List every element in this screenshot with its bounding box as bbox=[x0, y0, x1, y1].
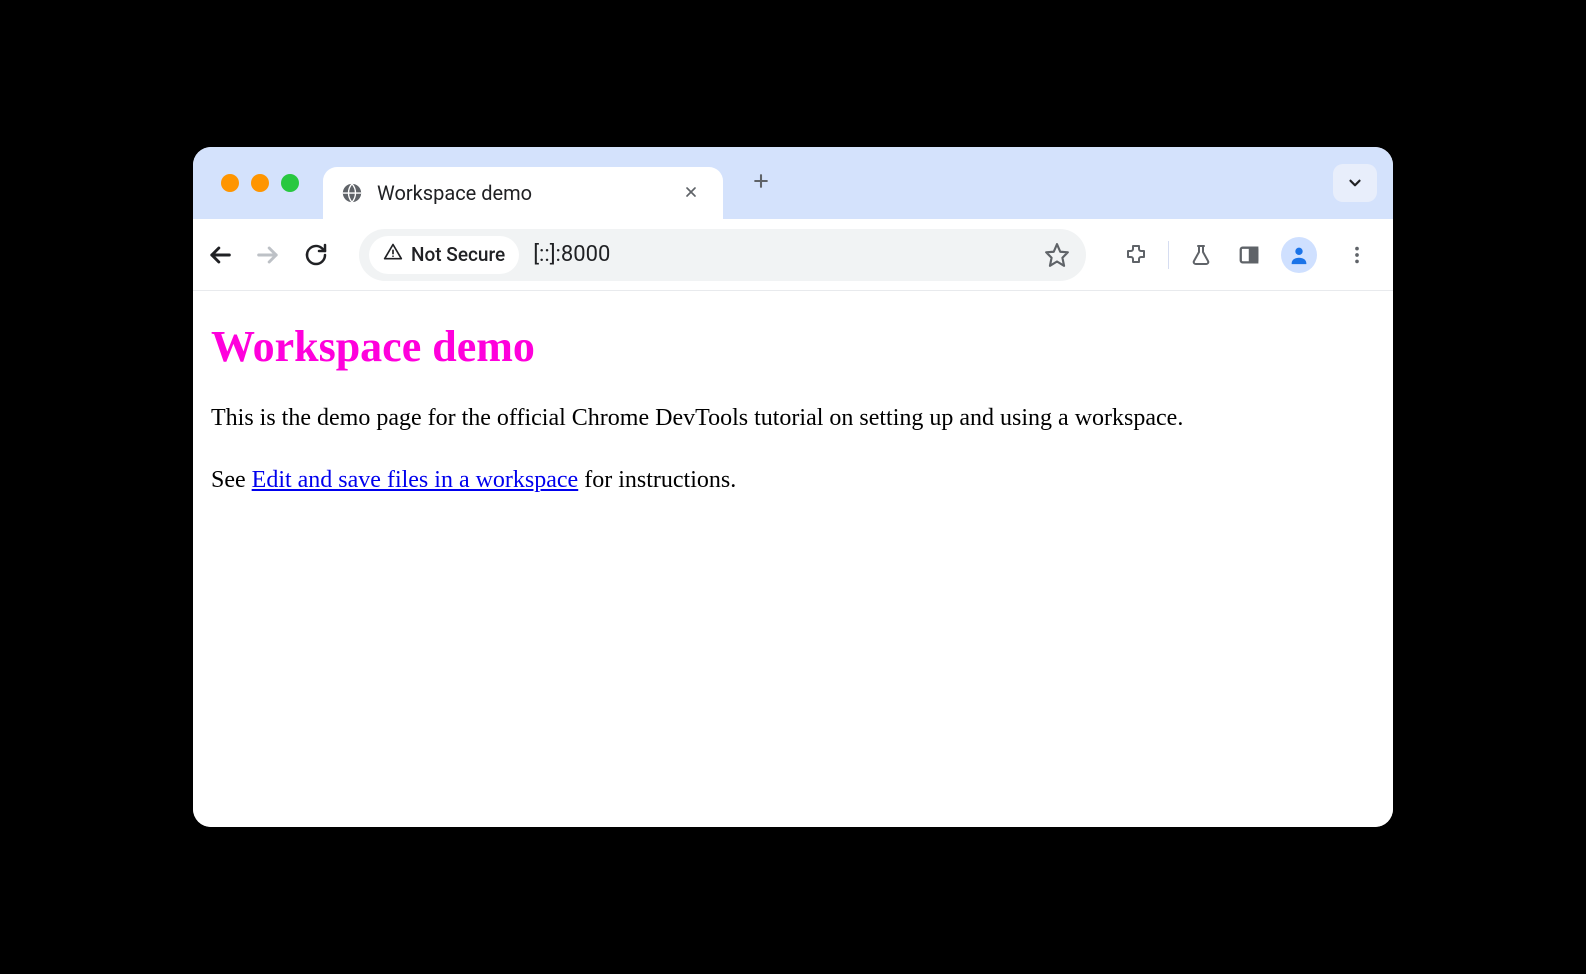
address-bar[interactable]: Not Secure [::]:8000 bbox=[359, 229, 1086, 281]
page-content: Workspace demo This is the demo page for… bbox=[193, 291, 1393, 827]
toolbar-actions bbox=[1120, 237, 1375, 273]
new-tab-button[interactable] bbox=[741, 162, 781, 204]
tab-close-button[interactable] bbox=[677, 179, 705, 208]
browser-toolbar: Not Secure [::]:8000 bbox=[193, 219, 1393, 291]
window-maximize-button[interactable] bbox=[281, 174, 299, 192]
security-indicator[interactable]: Not Secure bbox=[369, 236, 519, 274]
page-paragraph-2: See Edit and save files in a workspace f… bbox=[211, 462, 1375, 498]
reload-button[interactable] bbox=[297, 236, 335, 274]
paragraph-2-prefix: See bbox=[211, 467, 252, 493]
bookmark-button[interactable] bbox=[1038, 236, 1076, 274]
side-panel-button[interactable] bbox=[1233, 239, 1265, 271]
page-paragraph-1: This is the demo page for the official C… bbox=[211, 400, 1375, 436]
window-controls bbox=[221, 174, 299, 192]
globe-icon bbox=[341, 182, 363, 204]
browser-window: Workspace demo bbox=[193, 147, 1393, 827]
url-text: [::]:8000 bbox=[525, 242, 1032, 267]
tab-bar: Workspace demo bbox=[193, 147, 1393, 219]
window-minimize-button[interactable] bbox=[251, 174, 269, 192]
warning-icon bbox=[383, 242, 403, 267]
tutorial-link[interactable]: Edit and save files in a workspace bbox=[252, 467, 579, 493]
paragraph-2-suffix: for instructions. bbox=[578, 467, 736, 493]
menu-button[interactable] bbox=[1339, 237, 1375, 273]
toolbar-divider bbox=[1168, 241, 1169, 269]
tab-search-button[interactable] bbox=[1333, 164, 1377, 202]
browser-tab[interactable]: Workspace demo bbox=[323, 167, 723, 219]
labs-button[interactable] bbox=[1185, 239, 1217, 271]
back-arrow-icon[interactable] bbox=[201, 236, 239, 274]
extensions-button[interactable] bbox=[1120, 239, 1152, 271]
page-heading: Workspace demo bbox=[211, 321, 1375, 372]
security-label: Not Secure bbox=[411, 243, 505, 266]
profile-button[interactable] bbox=[1281, 237, 1317, 273]
tab-title: Workspace demo bbox=[377, 181, 663, 205]
window-close-button[interactable] bbox=[221, 174, 239, 192]
forward-button[interactable] bbox=[249, 236, 287, 274]
